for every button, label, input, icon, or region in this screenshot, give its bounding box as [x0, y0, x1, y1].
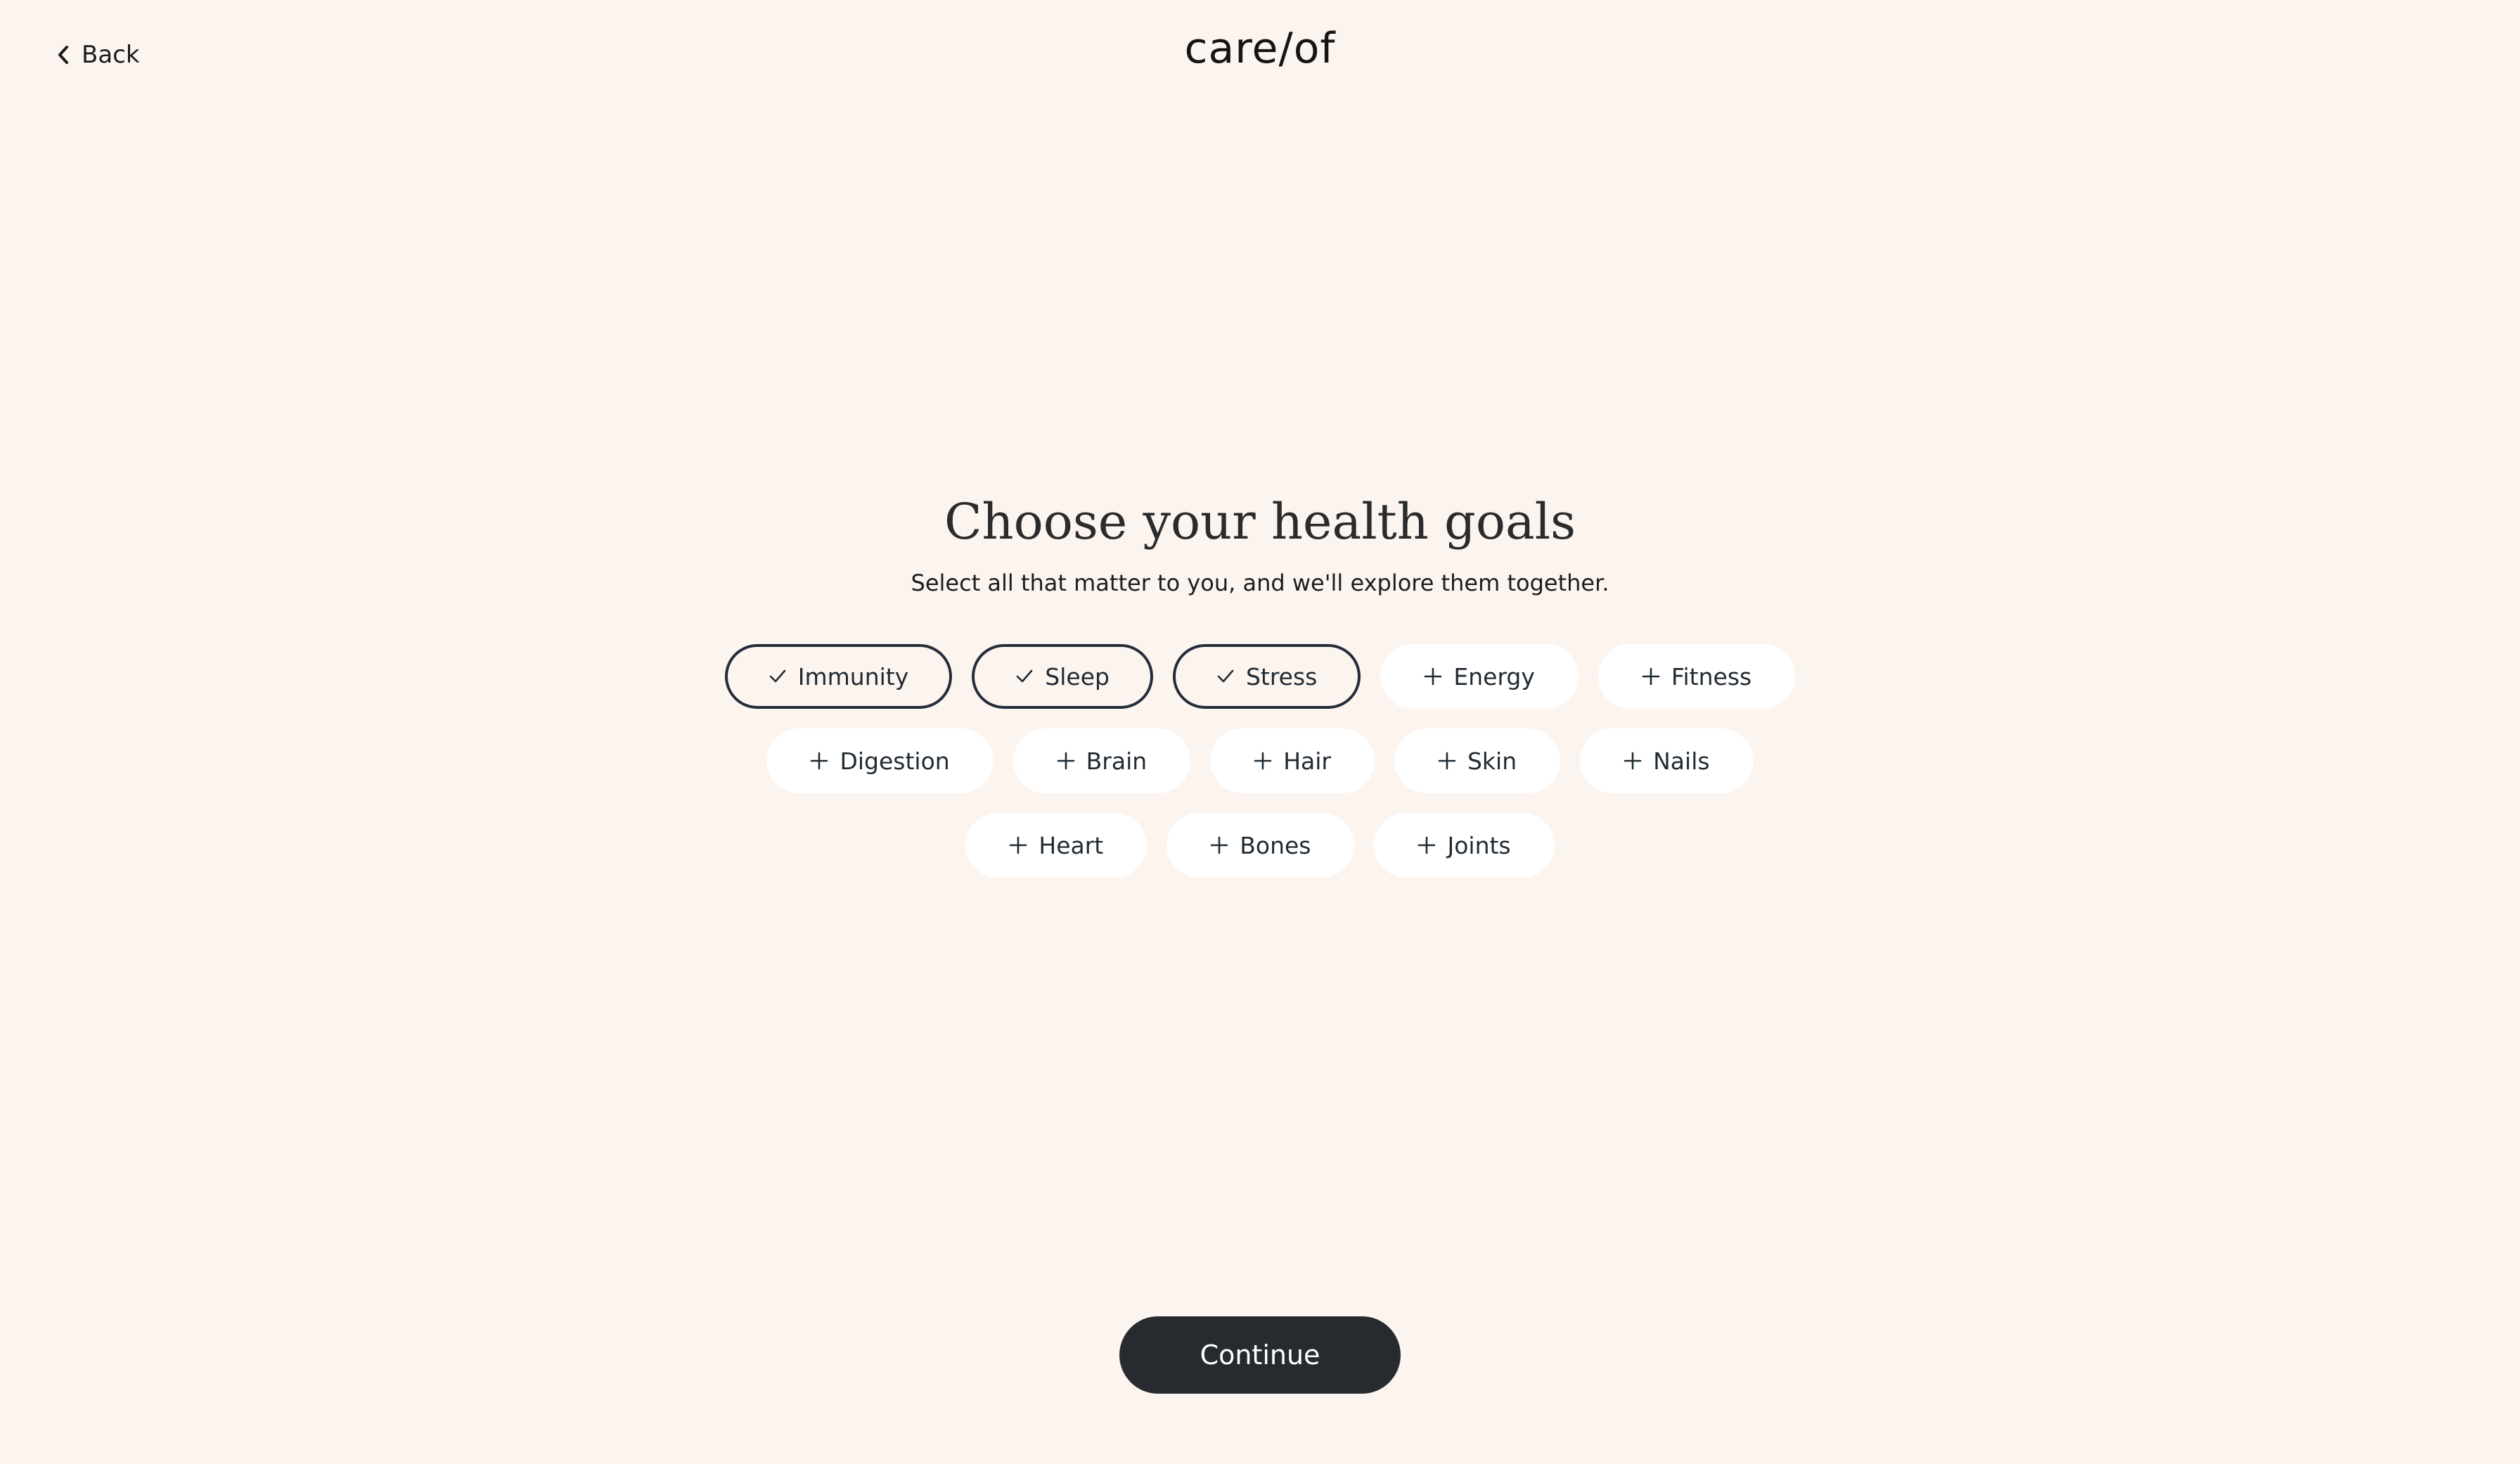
goal-pill-fitness[interactable]: Fitness — [1598, 644, 1796, 709]
goal-pill-stress[interactable]: Stress — [1172, 644, 1361, 709]
goal-label: Brain — [1086, 747, 1148, 775]
goal-label: Immunity — [797, 662, 909, 691]
goal-label: Joints — [1447, 831, 1511, 859]
goal-label: Sleep — [1045, 662, 1110, 691]
goal-pill-immunity[interactable]: Immunity — [724, 644, 953, 709]
plus-icon — [1009, 836, 1027, 854]
plus-icon — [1438, 752, 1456, 770]
goal-pill-energy[interactable]: Energy — [1380, 644, 1579, 709]
goal-pill-heart[interactable]: Heart — [965, 813, 1148, 878]
goal-row: Immunity Sleep Stress Energy Fitness — [724, 644, 1796, 709]
health-goals-list: Immunity Sleep Stress Energy Fitness Dig… — [0, 644, 2520, 878]
plus-icon — [1642, 667, 1660, 686]
goal-pill-skin[interactable]: Skin — [1394, 728, 1561, 793]
check-icon — [1015, 667, 1034, 686]
page-subtitle: Select all that matter to you, and we'll… — [911, 570, 1609, 596]
goal-label: Fitness — [1671, 662, 1752, 691]
goal-label: Bones — [1240, 831, 1311, 859]
goal-label: Skin — [1467, 747, 1517, 775]
goal-label: Energy — [1453, 662, 1535, 691]
brand-logo: care/of — [1184, 24, 1336, 73]
continue-button[interactable]: Continue — [1119, 1316, 1401, 1394]
goal-pill-brain[interactable]: Brain — [1012, 728, 1191, 793]
plus-icon — [1210, 836, 1228, 854]
plus-icon — [810, 752, 828, 770]
plus-icon — [1624, 752, 1642, 770]
goal-label: Stress — [1245, 662, 1318, 691]
goal-pill-bones[interactable]: Bones — [1166, 813, 1355, 878]
goal-row: Digestion Brain Hair Skin Nails — [766, 728, 1754, 793]
goal-label: Nails — [1653, 747, 1710, 775]
plus-icon — [1254, 752, 1272, 770]
goal-pill-digestion[interactable]: Digestion — [766, 728, 994, 793]
goal-pill-hair[interactable]: Hair — [1210, 728, 1375, 793]
goal-pill-joints[interactable]: Joints — [1374, 813, 1555, 878]
plus-icon — [1418, 836, 1436, 854]
page-title: Choose your health goals — [944, 493, 1576, 551]
goal-row: Heart Bones Joints — [965, 813, 1555, 878]
plus-icon — [1057, 752, 1075, 770]
goal-label: Digestion — [840, 747, 950, 775]
goal-pill-nails[interactable]: Nails — [1580, 728, 1754, 793]
check-icon — [1216, 667, 1235, 686]
goal-pill-sleep[interactable]: Sleep — [972, 644, 1153, 709]
plus-icon — [1424, 667, 1442, 686]
check-icon — [769, 667, 787, 686]
goal-label: Heart — [1039, 831, 1104, 859]
goal-label: Hair — [1283, 747, 1331, 775]
